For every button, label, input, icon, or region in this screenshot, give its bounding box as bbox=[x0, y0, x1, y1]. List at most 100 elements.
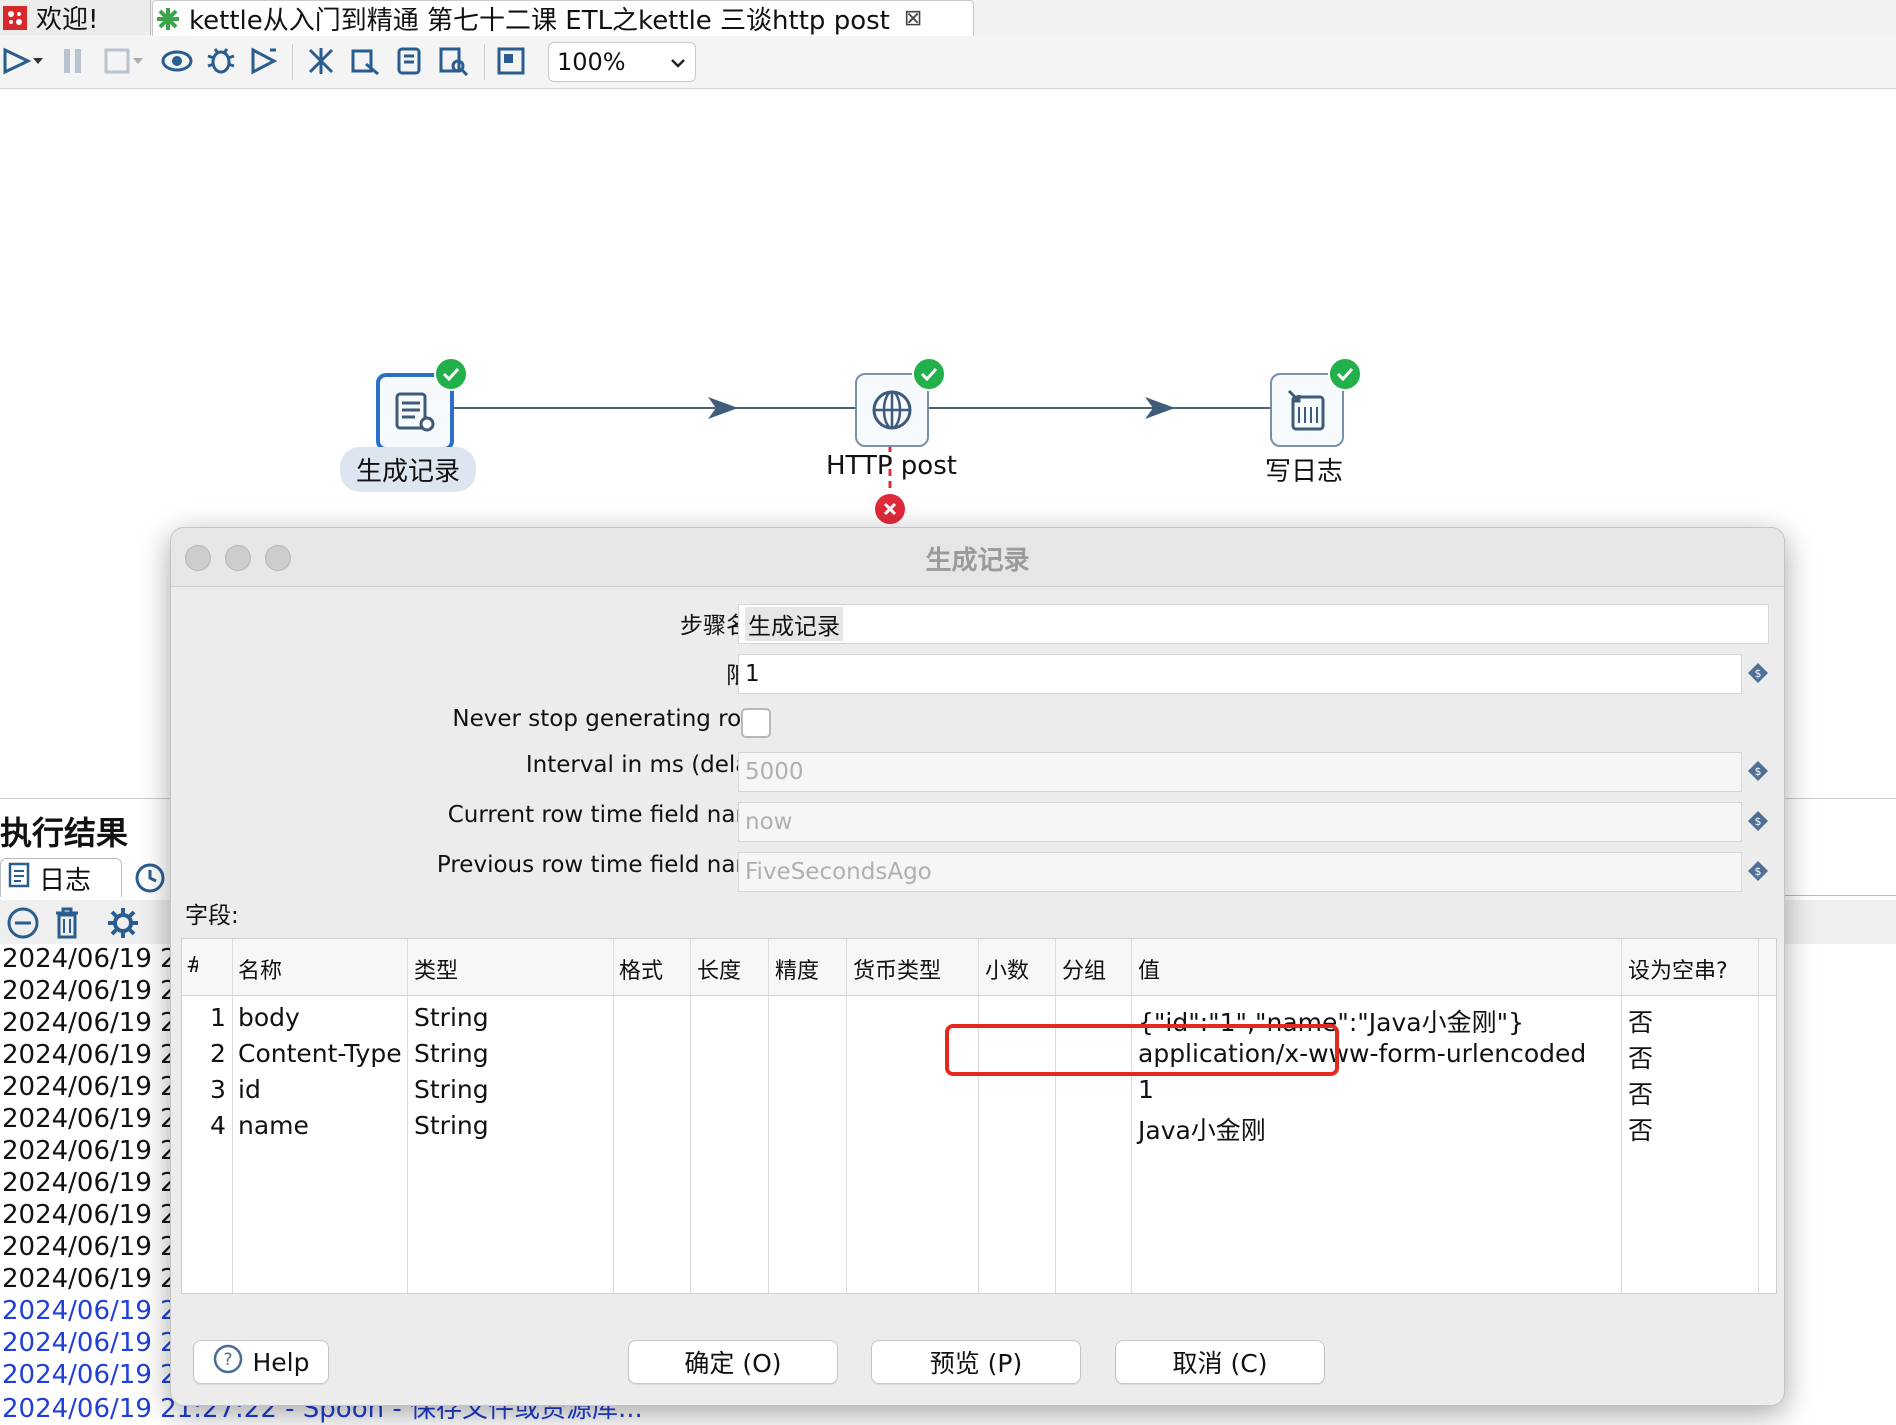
column-divider bbox=[1131, 939, 1132, 1293]
limit-input[interactable]: 1 bbox=[738, 654, 1742, 694]
success-check-icon bbox=[1328, 357, 1362, 391]
field-set-empty[interactable]: 否 bbox=[1628, 1075, 1653, 1111]
field-type[interactable]: String bbox=[414, 1003, 489, 1032]
clock-icon[interactable] bbox=[134, 862, 166, 898]
interval-input[interactable]: 5000 bbox=[738, 752, 1742, 792]
log-line: 2024/06/19 21 bbox=[2, 1360, 194, 1390]
fields-table[interactable]: # 名称 类型 格式 长度 精度 货币类型 小数 分组 值 设为空串? 1 bo… bbox=[181, 938, 1777, 1294]
stop-dropdown-icon[interactable] bbox=[130, 44, 146, 78]
never-stop-checkbox[interactable] bbox=[741, 708, 771, 738]
column-header[interactable]: 设为空串? bbox=[1628, 953, 1728, 985]
column-header[interactable]: 格式 bbox=[619, 953, 663, 985]
field-set-empty[interactable]: 否 bbox=[1628, 1003, 1653, 1039]
step-label[interactable]: 生成记录 bbox=[340, 447, 477, 492]
tab-welcome[interactable]: 欢迎! bbox=[0, 0, 151, 35]
log-line: 2024/06/19 21 bbox=[2, 944, 194, 974]
log-line: 2024/06/19 21 bbox=[2, 1232, 194, 1262]
clear-log-icon[interactable] bbox=[6, 906, 40, 944]
log-line: 2024/06/19 21 bbox=[2, 1200, 194, 1230]
field-name[interactable]: name bbox=[238, 1111, 309, 1140]
zoom-select[interactable]: 100% bbox=[548, 42, 696, 82]
log-line: 2024/06/19 21 bbox=[2, 1104, 194, 1134]
editor-tab-bar: 欢迎! kettle从入门到精通 第七十二课 ETL之kettle 三谈http… bbox=[0, 0, 1896, 37]
previous-time-input[interactable]: FiveSecondsAgo bbox=[738, 852, 1742, 892]
field-name[interactable]: body bbox=[238, 1003, 300, 1032]
gear-icon[interactable] bbox=[106, 906, 140, 944]
current-time-value: now bbox=[745, 809, 793, 835]
row-number: 4 bbox=[210, 1111, 226, 1140]
preview-button[interactable]: 预览 (P) bbox=[871, 1340, 1081, 1384]
help-button[interactable]: ? Help bbox=[193, 1340, 329, 1384]
dialog-title: 生成记录 bbox=[925, 546, 1030, 576]
pause-icon[interactable] bbox=[56, 44, 90, 78]
toolbar-separator bbox=[292, 44, 293, 80]
column-header[interactable]: 小数 bbox=[985, 953, 1029, 985]
column-header[interactable]: 货币类型 bbox=[853, 953, 941, 985]
field-value[interactable]: Java小金刚 bbox=[1138, 1111, 1266, 1147]
column-header[interactable]: 名称 bbox=[238, 953, 282, 985]
step-name-input[interactable]: 生成记录 bbox=[738, 604, 1769, 644]
welcome-icon bbox=[2, 5, 28, 31]
verify-icon[interactable] bbox=[304, 44, 338, 78]
step-label[interactable]: 写日志 bbox=[1265, 451, 1343, 488]
variable-icon[interactable]: $ bbox=[1747, 810, 1769, 832]
dialog-titlebar: 生成记录 bbox=[171, 528, 1784, 587]
trash-icon[interactable] bbox=[52, 906, 82, 944]
analyze-icon[interactable] bbox=[348, 44, 382, 78]
svg-text:$: $ bbox=[1755, 667, 1762, 680]
preview-icon[interactable] bbox=[160, 44, 194, 78]
variable-icon[interactable]: $ bbox=[1747, 760, 1769, 782]
variable-icon[interactable]: $ bbox=[1747, 860, 1769, 882]
run-dropdown-icon[interactable] bbox=[30, 44, 46, 78]
success-check-icon bbox=[434, 357, 468, 391]
close-icon[interactable]: ⊠ bbox=[904, 6, 922, 31]
snap-grid-icon[interactable] bbox=[494, 44, 528, 78]
log-line: 2024/06/19 21 bbox=[2, 1264, 194, 1294]
chevron-down-icon bbox=[661, 50, 695, 74]
field-name[interactable]: id bbox=[238, 1075, 261, 1104]
help-icon: ? bbox=[213, 1344, 243, 1380]
globe-icon bbox=[872, 390, 912, 430]
write-log-icon bbox=[1287, 389, 1325, 431]
replay-icon[interactable] bbox=[246, 44, 280, 78]
field-type[interactable]: String bbox=[414, 1039, 489, 1068]
field-type[interactable]: String bbox=[414, 1111, 489, 1140]
results-title: 执行结果 bbox=[0, 814, 129, 852]
field-name[interactable]: Content-Type bbox=[238, 1039, 402, 1068]
log-line: 2024/06/19 21 bbox=[2, 1328, 194, 1358]
tab-transformation[interactable]: kettle从入门到精通 第七十二课 ETL之kettle 三谈http pos… bbox=[152, 0, 974, 36]
current-time-input[interactable]: now bbox=[738, 802, 1742, 842]
field-set-empty[interactable]: 否 bbox=[1628, 1111, 1653, 1147]
debug-icon[interactable] bbox=[204, 44, 238, 78]
tab-label: 欢迎! bbox=[36, 5, 99, 35]
log-line: 2024/06/19 21 bbox=[2, 976, 194, 1006]
field-value[interactable]: 1 bbox=[1138, 1075, 1154, 1104]
column-header[interactable]: 类型 bbox=[414, 953, 458, 985]
error-hop-icon[interactable] bbox=[873, 492, 907, 526]
field-type[interactable]: String bbox=[414, 1075, 489, 1104]
column-divider bbox=[407, 939, 408, 1293]
column-divider bbox=[613, 939, 614, 1293]
column-divider bbox=[690, 939, 691, 1293]
column-header[interactable]: 长度 bbox=[697, 953, 741, 985]
row-number: 2 bbox=[210, 1039, 226, 1068]
step-label[interactable]: HTTP post bbox=[826, 451, 957, 481]
stop-icon[interactable] bbox=[100, 44, 134, 78]
column-divider bbox=[978, 939, 979, 1293]
field-set-empty[interactable]: 否 bbox=[1628, 1039, 1653, 1075]
log-line: 2024/06/19 21 bbox=[2, 1072, 194, 1102]
sql-icon[interactable] bbox=[392, 44, 426, 78]
ok-button[interactable]: 确定 (O) bbox=[628, 1340, 838, 1384]
svg-text:$: $ bbox=[1755, 815, 1762, 828]
column-header[interactable]: 值 bbox=[1138, 953, 1160, 985]
column-header[interactable]: 分组 bbox=[1062, 953, 1106, 985]
run-icon[interactable] bbox=[0, 44, 34, 78]
variable-icon[interactable]: $ bbox=[1747, 662, 1769, 684]
tab-log[interactable]: 日志 bbox=[0, 858, 122, 897]
svg-text:?: ? bbox=[223, 1350, 232, 1370]
cancel-button[interactable]: 取消 (C) bbox=[1115, 1340, 1325, 1384]
explore-db-icon[interactable] bbox=[436, 44, 470, 78]
column-header[interactable]: # bbox=[186, 953, 198, 978]
column-header[interactable]: 精度 bbox=[775, 953, 819, 985]
column-divider bbox=[1055, 939, 1056, 1293]
